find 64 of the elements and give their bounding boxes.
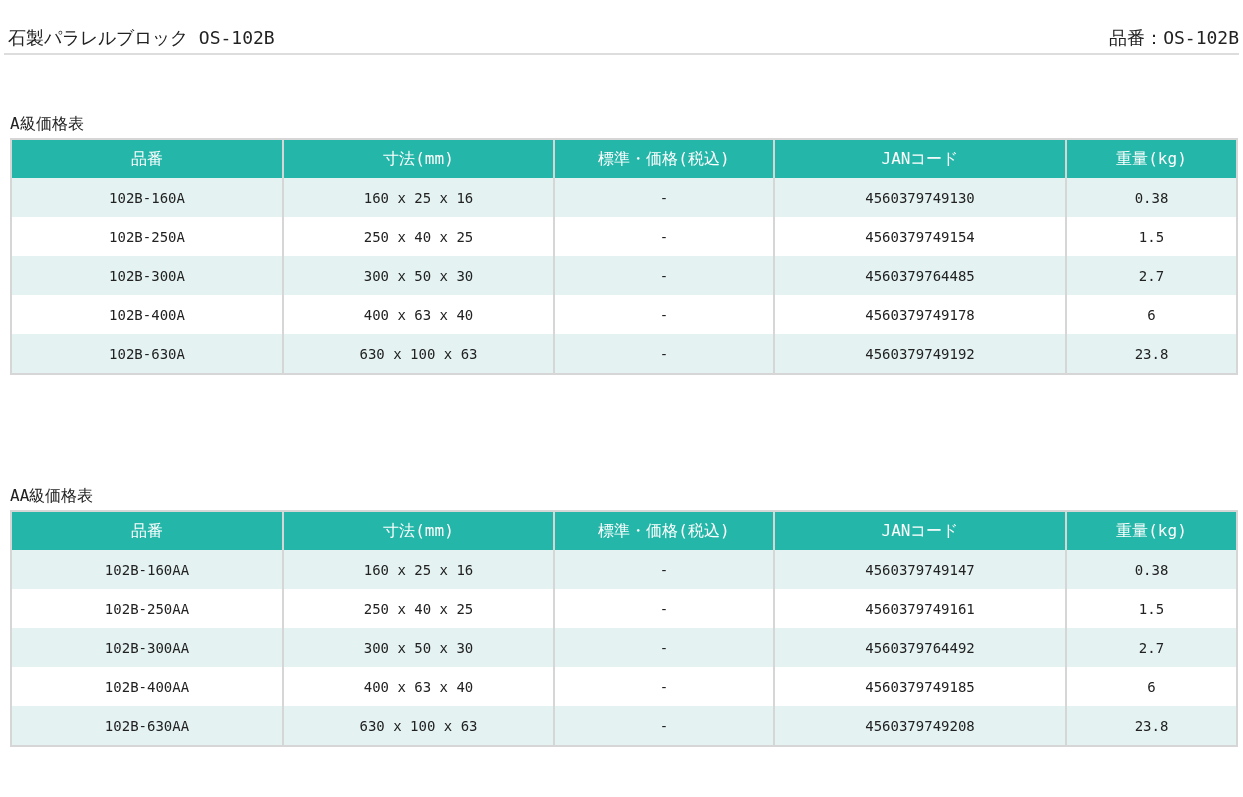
table-cell: 630 x 100 x 63 xyxy=(283,334,554,374)
column-header: JANコード xyxy=(774,511,1066,550)
table-cell: - xyxy=(554,706,774,746)
table-cell: 6 xyxy=(1066,667,1237,706)
table-cell: 4560379749147 xyxy=(774,550,1066,589)
table-cell: 102B-250AA xyxy=(11,589,283,628)
column-header: 品番 xyxy=(11,511,283,550)
table-cell: 2.7 xyxy=(1066,628,1237,667)
table-cell: 6 xyxy=(1066,295,1237,334)
column-header: 品番 xyxy=(11,139,283,178)
table-cell: 102B-400A xyxy=(11,295,283,334)
table-cell: 102B-300AA xyxy=(11,628,283,667)
column-header: 標準・価格(税込) xyxy=(554,139,774,178)
column-header: 標準・価格(税込) xyxy=(554,511,774,550)
column-header: 重量(kg) xyxy=(1066,511,1237,550)
table-cell: - xyxy=(554,217,774,256)
table-cell: 102B-400AA xyxy=(11,667,283,706)
table-cell: 4560379749208 xyxy=(774,706,1066,746)
table-cell: 4560379764485 xyxy=(774,256,1066,295)
table-cell: - xyxy=(554,295,774,334)
table-cell: 4560379749161 xyxy=(774,589,1066,628)
column-header: 寸法(mm) xyxy=(283,139,554,178)
column-header: 寸法(mm) xyxy=(283,511,554,550)
table-cell: 102B-630AA xyxy=(11,706,283,746)
table-cell: - xyxy=(554,178,774,217)
table-cell: - xyxy=(554,256,774,295)
table-cell: 300 x 50 x 30 xyxy=(283,256,554,295)
table-cell: 160 x 25 x 16 xyxy=(283,550,554,589)
table-cell: 23.8 xyxy=(1066,334,1237,374)
table-cell: - xyxy=(554,334,774,374)
table-cell: 102B-160A xyxy=(11,178,283,217)
table-cell: 250 x 40 x 25 xyxy=(283,217,554,256)
table-cell: 102B-160AA xyxy=(11,550,283,589)
table-cell: 4560379749185 xyxy=(774,667,1066,706)
column-header: JANコード xyxy=(774,139,1066,178)
product-number: 品番：OS-102B xyxy=(1109,26,1239,50)
table-cell: 4560379749178 xyxy=(774,295,1066,334)
table-cell: 2.7 xyxy=(1066,256,1237,295)
table-cell: 4560379749130 xyxy=(774,178,1066,217)
table-cell: 160 x 25 x 16 xyxy=(283,178,554,217)
table-cell: 102B-630A xyxy=(11,334,283,374)
table-cell: 1.5 xyxy=(1066,589,1237,628)
table-cell: 102B-300A xyxy=(11,256,283,295)
table-cell: 4560379764492 xyxy=(774,628,1066,667)
table-title: AA級価格表 xyxy=(10,485,95,507)
table-cell: 0.38 xyxy=(1066,550,1237,589)
table-cell: 300 x 50 x 30 xyxy=(283,628,554,667)
table-title: A級価格表 xyxy=(10,113,85,135)
table-cell: 23.8 xyxy=(1066,706,1237,746)
page-title: 石製パラレルブロック OS-102B xyxy=(8,26,275,50)
table-cell: 0.38 xyxy=(1066,178,1237,217)
table-cell: 102B-250A xyxy=(11,217,283,256)
table-cell: 4560379749154 xyxy=(774,217,1066,256)
table-cell: 1.5 xyxy=(1066,217,1237,256)
table-cell: 400 x 63 x 40 xyxy=(283,295,554,334)
column-header: 重量(kg) xyxy=(1066,139,1237,178)
table-cell: 4560379749192 xyxy=(774,334,1066,374)
table-cell: - xyxy=(554,667,774,706)
table-cell: - xyxy=(554,589,774,628)
table-cell: 400 x 63 x 40 xyxy=(283,667,554,706)
table-cell: 630 x 100 x 63 xyxy=(283,706,554,746)
table-cell: - xyxy=(554,550,774,589)
table-cell: 250 x 40 x 25 xyxy=(283,589,554,628)
table-cell: - xyxy=(554,628,774,667)
